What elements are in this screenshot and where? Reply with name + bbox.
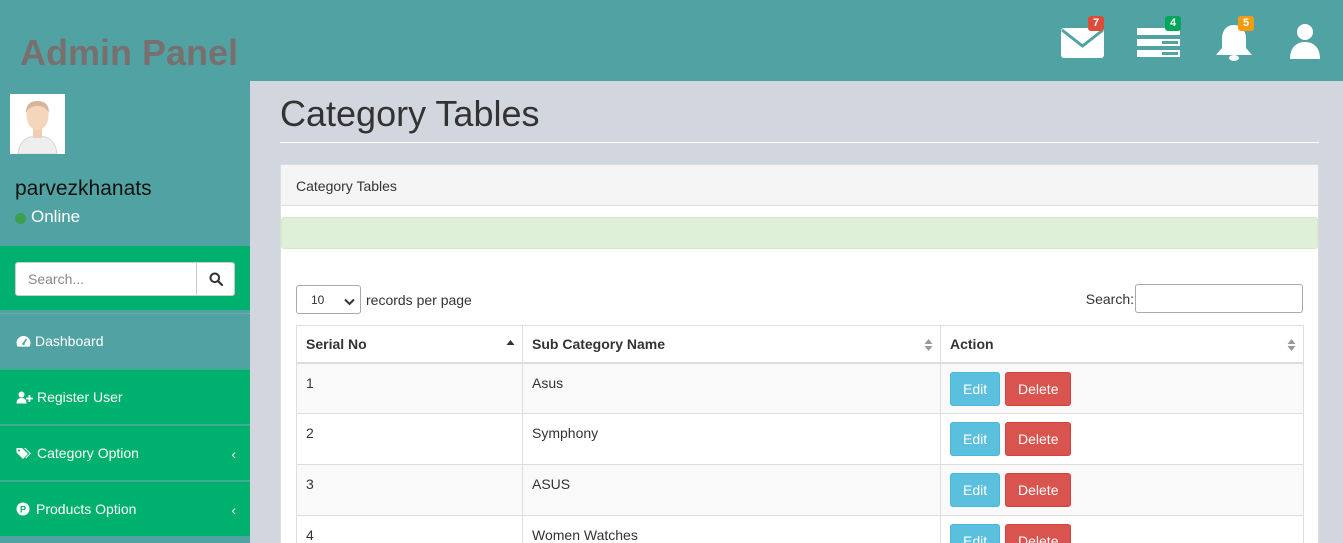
cell-sub-category-name: Women Watches bbox=[522, 515, 941, 543]
table-row: 2 Symphony Edit Delete bbox=[296, 413, 1304, 465]
notifications-badge: 5 bbox=[1238, 16, 1255, 31]
sidebar-search-input[interactable] bbox=[16, 263, 196, 295]
sidebar-search-button[interactable] bbox=[196, 263, 234, 295]
notifications-menu[interactable]: 5 bbox=[1213, 16, 1257, 67]
sort-both-icon bbox=[1287, 338, 1296, 355]
delete-button[interactable]: Delete bbox=[1005, 473, 1072, 507]
sidebar-item-label: Dashboard bbox=[35, 333, 104, 349]
dashboard-icon bbox=[16, 335, 31, 348]
edit-button[interactable]: Edit bbox=[950, 524, 1001, 543]
online-dot-icon bbox=[15, 212, 26, 224]
column-header-serial-no[interactable]: Serial No bbox=[296, 325, 523, 364]
column-header-action[interactable]: Action bbox=[940, 325, 1304, 364]
chevron-left-icon: ‹ bbox=[231, 446, 236, 462]
records-per-page-label: records per page bbox=[366, 291, 472, 308]
messages-menu[interactable]: 7 bbox=[1060, 16, 1106, 65]
edit-button[interactable]: Edit bbox=[950, 422, 1001, 456]
sidebar-search-box bbox=[15, 262, 235, 296]
search-icon bbox=[209, 272, 223, 286]
tasks-badge: 4 bbox=[1165, 16, 1182, 31]
category-table-panel: Category Tables 10 records per page Sear… bbox=[280, 164, 1319, 543]
table-search-input[interactable] bbox=[1135, 284, 1303, 313]
sidebar: parvezkhanats Online Dashboard bbox=[0, 81, 250, 543]
title-divider bbox=[280, 142, 1319, 143]
tags-icon bbox=[16, 447, 31, 460]
online-status-label: Online bbox=[31, 207, 81, 226]
cell-actions: Edit Delete bbox=[940, 464, 1304, 516]
sidebar-item-register-user[interactable]: Register User bbox=[0, 369, 250, 424]
cell-serial: 3 bbox=[296, 464, 523, 516]
sidebar-item-label: Category Option bbox=[37, 445, 139, 461]
online-status: Online bbox=[15, 207, 80, 227]
records-per-page-select[interactable]: 10 bbox=[296, 285, 361, 314]
main-content: Category Tables Category Tables 10 recor… bbox=[250, 81, 1343, 543]
edit-button[interactable]: Edit bbox=[950, 371, 1001, 406]
table-row: 1 Asus Edit Delete bbox=[296, 362, 1304, 414]
chevron-down-icon bbox=[344, 295, 355, 309]
delete-button[interactable]: Delete bbox=[1005, 422, 1072, 456]
user-panel: parvezkhanats Online bbox=[0, 81, 250, 246]
table-search-label: Search: bbox=[1085, 290, 1134, 307]
username: parvezkhanats bbox=[15, 177, 152, 200]
cell-actions: Edit Delete bbox=[940, 362, 1304, 414]
sort-both-icon bbox=[924, 338, 933, 355]
top-navbar: Admin Panel 7 4 5 bbox=[0, 0, 1343, 81]
sidebar-item-category-option[interactable]: Category Option ‹ bbox=[0, 425, 250, 480]
sort-asc-icon bbox=[506, 338, 515, 354]
sidebar-item-label: Register User bbox=[37, 389, 123, 405]
table-header-row: Serial No Sub Category Name Action bbox=[296, 325, 1304, 364]
table-row: 4 Women Watches Edit Delete bbox=[296, 515, 1304, 543]
column-header-sub-category-name[interactable]: Sub Category Name bbox=[522, 325, 941, 364]
cell-sub-category-name: Symphony bbox=[522, 413, 941, 465]
messages-badge: 7 bbox=[1088, 16, 1105, 31]
sidebar-item-label: Products Option bbox=[36, 501, 137, 517]
success-alert bbox=[281, 217, 1318, 249]
product-p-icon: P bbox=[16, 502, 30, 516]
table-row: 3 ASUS Edit Delete bbox=[296, 464, 1304, 516]
chevron-left-icon: ‹ bbox=[231, 502, 236, 518]
page-title: Category Tables bbox=[280, 93, 540, 134]
svg-text:P: P bbox=[20, 505, 26, 515]
panel-heading: Category Tables bbox=[281, 165, 1318, 206]
delete-button[interactable]: Delete bbox=[1005, 371, 1072, 406]
cell-serial: 1 bbox=[296, 362, 523, 414]
table-search-control: Search: bbox=[1086, 284, 1303, 313]
cell-serial: 2 bbox=[296, 413, 523, 465]
cell-serial: 4 bbox=[296, 515, 523, 543]
cell-sub-category-name: Asus bbox=[522, 362, 941, 414]
avatar bbox=[10, 94, 65, 155]
brand-logo-text[interactable]: Admin Panel bbox=[20, 33, 238, 73]
sidebar-item-dashboard[interactable]: Dashboard bbox=[0, 313, 250, 368]
cell-actions: Edit Delete bbox=[940, 413, 1304, 465]
cell-actions: Edit Delete bbox=[940, 515, 1304, 543]
user-plus-icon bbox=[16, 391, 33, 404]
user-icon bbox=[1290, 24, 1320, 59]
sidebar-search-form bbox=[0, 246, 250, 310]
records-per-page-value: 10 bbox=[311, 292, 325, 307]
delete-button[interactable]: Delete bbox=[1005, 524, 1072, 543]
user-account-menu[interactable] bbox=[1288, 22, 1322, 67]
records-per-page-control: 10 records per page bbox=[296, 285, 472, 314]
category-table: Serial No Sub Category Name Action 1 Asu… bbox=[296, 325, 1304, 543]
tasks-menu[interactable]: 4 bbox=[1136, 16, 1182, 65]
cell-sub-category-name: ASUS bbox=[522, 464, 941, 516]
sidebar-item-products-option[interactable]: P Products Option ‹ bbox=[0, 481, 250, 536]
edit-button[interactable]: Edit bbox=[950, 473, 1001, 507]
